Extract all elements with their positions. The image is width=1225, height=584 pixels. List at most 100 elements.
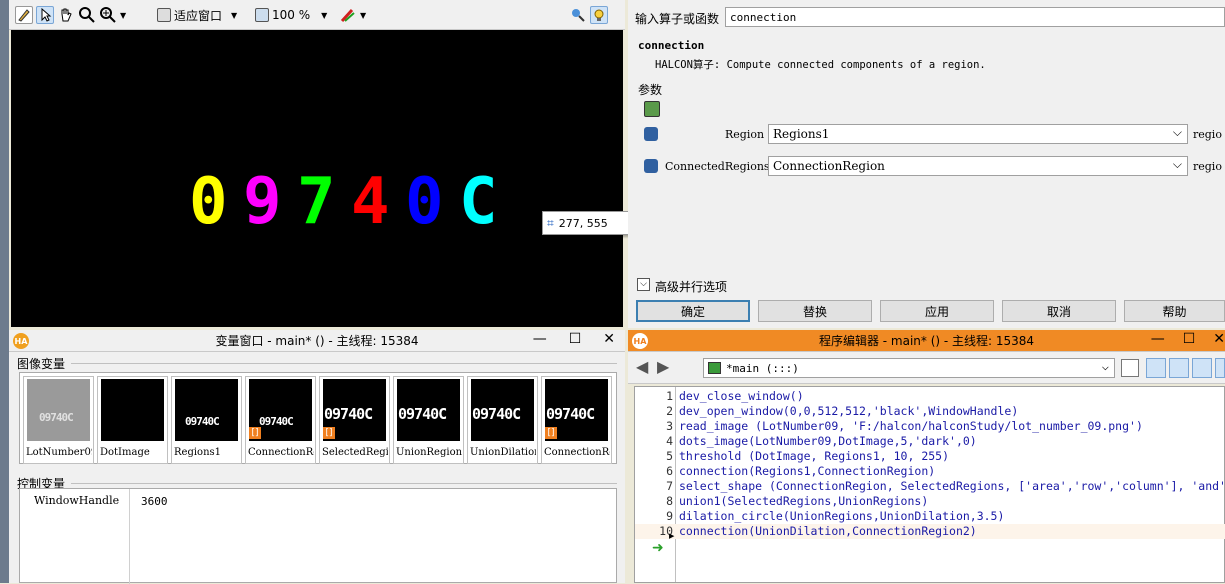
variable-window-title: 变量窗口 - main* () - 主线程: 15384 [215,334,419,348]
code-line[interactable]: 1 dev_close_window() [635,389,1225,404]
zoom-mode-dropdown[interactable]: 适应窗口 ▼ [157,5,237,25]
line-number: 3 [666,419,673,433]
ok-button[interactable]: 确定 [636,300,750,322]
code-line[interactable]: 8 union1(SelectedRegions,UnionRegions) [635,494,1225,509]
image-variable-thumb[interactable]: 09740C Regions1 [171,376,242,464]
edit-mode-icon[interactable] [1146,358,1166,378]
more-icon[interactable] [1215,358,1225,378]
variable-window-body: 图像变量 09740C LotNumber09 DotImage 09740C Regi… [9,352,625,584]
help-button[interactable]: 帮助 [1124,300,1225,322]
param-region-type: regio [1193,128,1222,141]
params-label: 参数 [638,83,663,97]
program-editor-title: 程序编辑器 - main* () - 主线程: 15384 [818,334,1035,348]
pointer-icon[interactable] [36,6,54,24]
operator-name: connection [638,39,705,52]
code-line[interactable]: 2 dev_open_window(0,0,512,512,'black',Win… [635,404,1225,419]
code-line[interactable]: 5 threshold (DotImage, Regions1, 10, 255) [635,449,1225,464]
code-text: dev_close_window() [679,389,804,403]
code-text: threshold (DotImage, Regions1, 10, 255) [679,449,950,463]
code-text: dilation_circle(UnionRegions,UnionDilati… [679,509,1005,523]
zoom-percent-dropdown[interactable]: 100 % ▼ [255,5,327,25]
image-variable-thumb[interactable]: DotImage [97,376,168,464]
minimize-icon[interactable]: — [533,331,547,347]
thumb-preview-text: 09740C [546,405,595,423]
zoom-in-icon[interactable] [99,6,117,24]
program-code-area[interactable]: 1 dev_close_window() 2 dev_open_window(0,0,… [634,386,1225,583]
forward-arrow-icon[interactable]: ▶ [657,357,669,376]
code-line[interactable]: 4 dots_image(LotNumber09,DotImage,5,'dark… [635,434,1225,449]
maximize-icon[interactable]: ☐ [1183,331,1196,347]
draw-color-dropdown[interactable]: ▼ [339,5,366,25]
zoom-icon[interactable] [78,6,96,24]
thumb-caption: UnionRegions [396,447,462,458]
param-connected-select[interactable]: ConnectionRegion [768,156,1188,176]
code-text: dev_open_window(0,0,512,512,'black',Wind… [679,404,1019,418]
advanced-options-label[interactable]: 高级并行选项 [655,278,727,295]
replace-button[interactable]: 替换 [758,300,872,322]
region-badge-icon: [] [323,427,335,439]
line-number: 7 [666,479,673,493]
line-number: 9 [666,509,673,523]
control-var-value[interactable]: 3600 [141,495,168,508]
chevron-down-icon: ▼ [360,10,367,20]
chevron-down-icon: ▼ [321,10,328,20]
crosshair-icon: ⌗ [547,215,554,230]
line-number: 6 [666,464,673,478]
code-line[interactable]: 7 select_shape (ConnectionRegion, Selecte… [635,479,1225,494]
code-line[interactable]: 3 read_image (LotNumber09, 'F:/halcon/hal… [635,419,1225,434]
image-vars-label: 图像变量 [17,357,66,371]
chevron-down-icon[interactable]: ▼ [120,11,126,20]
code-text: select_shape (ConnectionRegion, Selected… [679,479,1225,493]
code-line[interactable]: 9 dilation_circle(UnionRegions,UnionDilat… [635,509,1225,524]
pencil-icon[interactable] [15,6,33,24]
check-mode-icon[interactable] [1192,358,1212,378]
zoom-mode-label: 适应窗口 [174,8,223,23]
code-text: dots_image(LotNumber09,DotImage,5,'dark'… [679,434,977,448]
image-variable-thumb[interactable]: 09740C [] SelectedRegions [319,376,390,464]
program-editor-header: HA 程序编辑器 - main* () - 主线程: 15384 — ☐ ✕ [628,330,1225,352]
thumb-preview-text: 09740C [324,405,373,423]
calendar-icon[interactable] [1121,359,1139,377]
operator-search-input[interactable]: connection [725,7,1225,27]
thumb-preview-text: 09740C [185,415,220,428]
param-region-select[interactable]: Regions1 [768,124,1188,144]
insert-mode-icon[interactable] [1169,358,1189,378]
halcon-logo-icon: HA [632,333,648,349]
code-text: connection(UnionDilation,ConnectionRegio… [679,524,977,538]
control-var-name[interactable]: WindowHandle [34,494,119,507]
close-icon[interactable]: ✕ [1213,331,1225,347]
image-variable-thumb[interactable]: 09740C UnionDilation [467,376,538,464]
close-icon[interactable]: ✕ [603,331,615,347]
thumb-caption: ConnectionRegion [248,447,314,458]
light-bulb-icon[interactable] [590,6,608,24]
operator-panel: 输入算子或函数 connection connection HALCON算子: … [628,0,1225,328]
thumb-preview: 09740C [27,379,90,441]
thumb-preview: 09740C [471,379,534,441]
code-line[interactable]: 10 connection(UnionDilation,ConnectionReg… [635,524,1225,539]
procedure-select[interactable]: *main (:::) [703,358,1115,378]
thumb-caption: ConnectionRegion2 [544,447,610,458]
minimize-icon[interactable]: — [1151,331,1165,347]
region-digit: 9 [243,165,282,239]
back-arrow-icon[interactable]: ◀ [636,357,648,376]
procedure-name: *main (:::) [726,361,799,375]
image-variable-thumb[interactable]: 09740C LotNumber09 [23,376,94,464]
image-variable-thumb[interactable]: 09740C [] ConnectionRegion2 [541,376,612,464]
cancel-button[interactable]: 取消 [1002,300,1116,322]
input-region-icon [644,127,658,141]
region-badge-icon: [] [249,427,261,439]
maximize-icon[interactable]: ☐ [569,331,582,347]
line-number: 1 [666,389,673,403]
graphics-window[interactable]: 09740C [11,30,623,327]
code-line[interactable]: 6 connection(Regions1,ConnectionRegion) [635,464,1225,479]
code-text: union1(SelectedRegions,UnionRegions) [679,494,929,508]
line-number: 8 [666,494,673,508]
thumb-preview: 09740C [175,379,238,441]
apply-button[interactable]: 应用 [880,300,994,322]
image-variables-list: 09740C LotNumber09 DotImage 09740C Regions1 0… [19,372,617,464]
hand-icon[interactable] [57,6,75,24]
image-variable-thumb[interactable]: 09740C UnionRegions [393,376,464,464]
advanced-toggle-icon[interactable]: ⌵ [637,278,650,291]
image-variable-thumb[interactable]: 09740C[] ConnectionRegion [245,376,316,464]
inspect-icon[interactable] [569,6,587,24]
